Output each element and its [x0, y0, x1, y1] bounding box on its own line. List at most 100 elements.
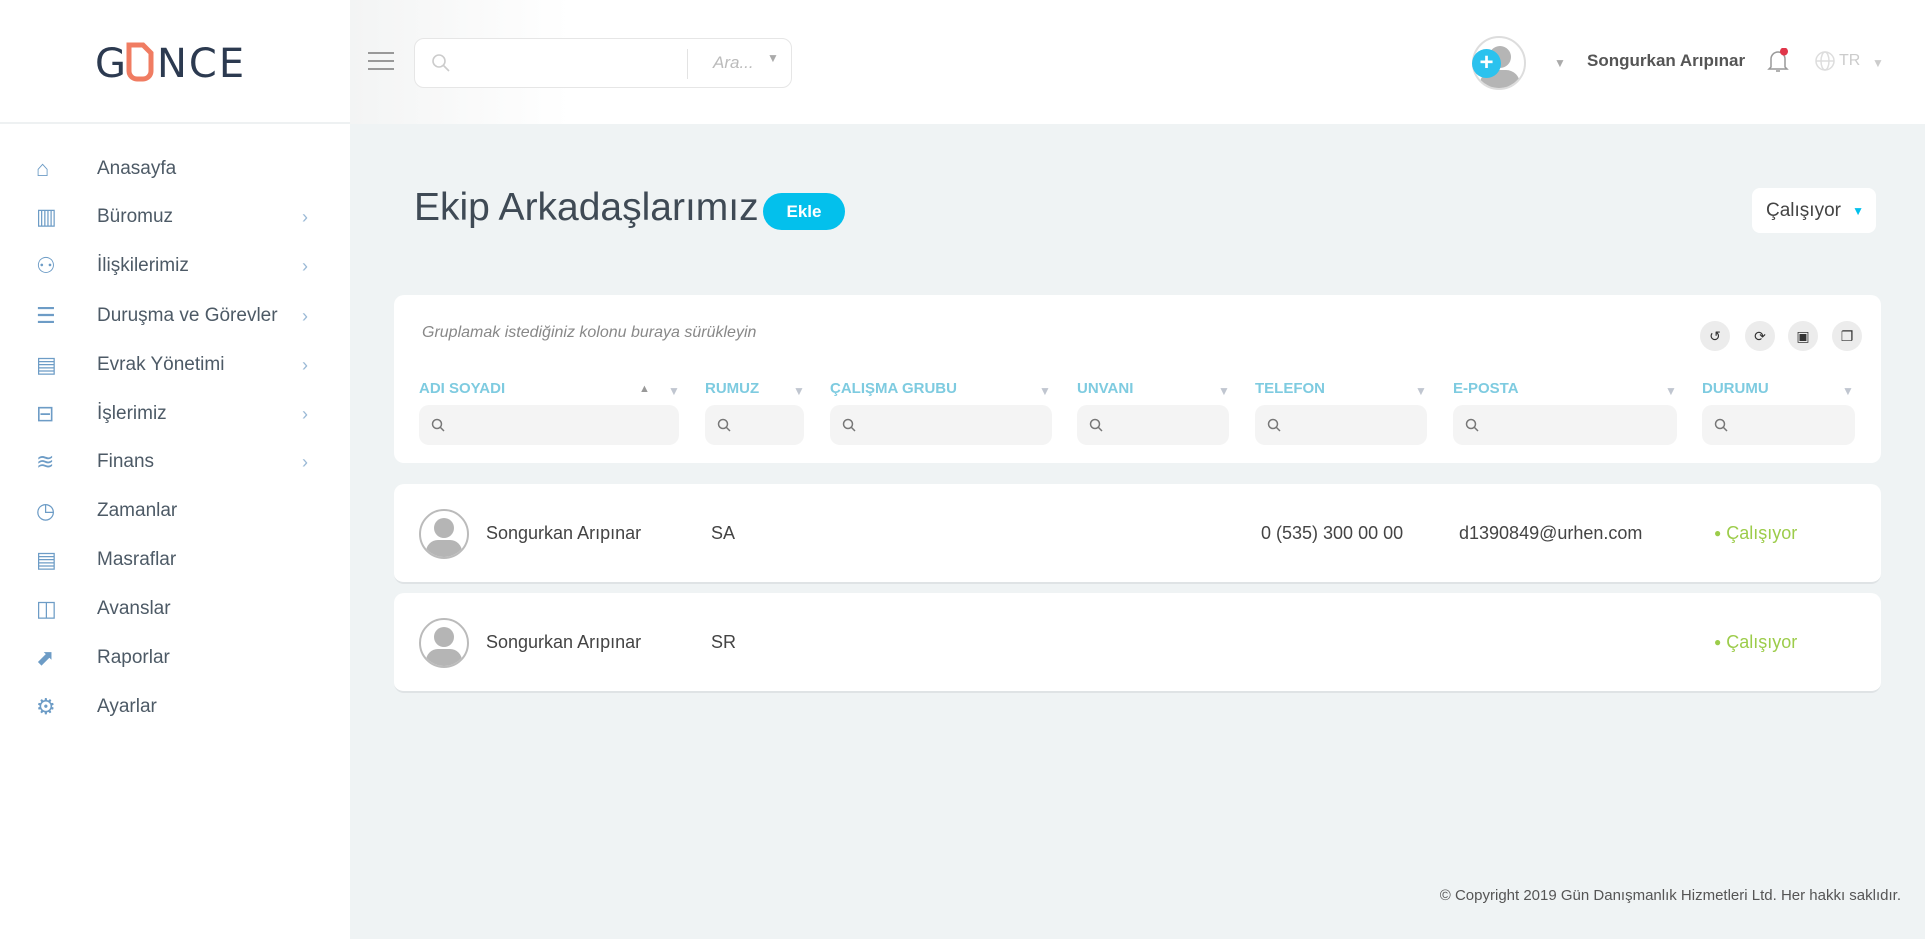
status-dot-icon: ●	[1714, 526, 1722, 540]
svg-text:G: G	[95, 41, 128, 83]
sidebar-item-8[interactable]: ▤ Masraflar	[0, 538, 350, 582]
status-dot-icon: ●	[1714, 635, 1722, 649]
sidebar-item-7[interactable]: ◷ Zamanlar	[0, 489, 350, 533]
refresh-icon[interactable]: ⟳	[1745, 321, 1775, 351]
column-filter-input[interactable]	[1077, 405, 1229, 445]
chevron-right-icon: ›	[302, 206, 308, 227]
undo-icon[interactable]: ↺	[1700, 321, 1730, 351]
sidebar-item-0[interactable]: ⌂ Anasayfa	[0, 147, 350, 191]
sidebar-item-label: Duruşma ve Görevler	[97, 305, 278, 326]
chart-icon: ⬈	[36, 645, 55, 670]
avatar	[419, 618, 469, 668]
search-icon	[1267, 418, 1281, 432]
chevron-right-icon: ›	[302, 255, 308, 276]
column-header[interactable]: ÇALIŞMA GRUBU	[830, 380, 957, 397]
briefcase-icon: ⊟	[36, 401, 55, 426]
table-row[interactable]: Songurkan Arıpınar SR ● Çalışıyor	[394, 593, 1881, 693]
cell-name: Songurkan Arıpınar	[486, 632, 642, 652]
sidebar-item-6[interactable]: ≋ Finans ›	[0, 440, 350, 484]
data-grid-header: Gruplamak istediğiniz kolonu buraya sürü…	[394, 295, 1881, 463]
cell-name: Songurkan Arıpınar	[486, 523, 642, 543]
sidebar-item-10[interactable]: ⬈ Raporlar	[0, 636, 350, 680]
sidebar: G NCE ⌂ Anasayfa ▥ Büromuz › ⚇ İlişkilerimiz › ☰…	[0, 0, 350, 939]
column-filter-input[interactable]	[830, 405, 1052, 445]
filter-icon[interactable]: ▼	[1415, 384, 1427, 398]
column-filter-input[interactable]	[1453, 405, 1677, 445]
column-header[interactable]: UNVANI	[1077, 380, 1133, 397]
search-icon	[432, 54, 450, 72]
group-panel-hint[interactable]: Gruplamak istediğiniz kolonu buraya sürü…	[422, 324, 756, 342]
column-filter-input[interactable]	[1702, 405, 1855, 445]
sidebar-item-11[interactable]: ⚙ Ayarlar	[0, 685, 350, 729]
language-caret-icon: ▼	[1872, 56, 1884, 70]
column-filter-input[interactable]	[1255, 405, 1427, 445]
money-icon: ≋	[36, 449, 55, 474]
clipboard-icon: ☰	[36, 303, 56, 328]
column-filter-input[interactable]	[419, 405, 679, 445]
document-icon: ▤	[36, 352, 57, 377]
quick-add-button[interactable]: +	[1472, 49, 1501, 78]
search-scope-select[interactable]: Ara...	[713, 53, 754, 73]
menu-toggle-icon[interactable]	[368, 52, 394, 70]
status-filter-value: Çalışıyor	[1766, 199, 1841, 221]
chevron-right-icon: ›	[302, 354, 308, 375]
sidebar-item-label: Ayarlar	[97, 696, 157, 717]
sort-ascending-icon[interactable]: ▲	[639, 383, 650, 395]
top-header: Ara... ▼ + ▼ Songurkan Arıpınar TR ▼	[350, 0, 1925, 124]
column-header[interactable]: RUMUZ	[705, 380, 759, 397]
filter-icon[interactable]: ▼	[1665, 384, 1677, 398]
filter-icon[interactable]: ▼	[1039, 384, 1051, 398]
sidebar-item-9[interactable]: ◫ Avanslar	[0, 587, 350, 631]
gunce-logo: G NCE	[95, 41, 246, 83]
notification-bell-icon[interactable]	[1767, 48, 1789, 74]
avatar	[419, 509, 469, 559]
search-input[interactable]	[459, 47, 679, 79]
sidebar-item-1[interactable]: ▥ Büromuz ›	[0, 195, 350, 239]
sidebar-item-label: Evrak Yönetimi	[97, 354, 225, 375]
sidebar-item-3[interactable]: ☰ Duruşma ve Görevler ›	[0, 294, 350, 338]
logo[interactable]: G NCE	[0, 0, 350, 124]
caret-down-icon: ▼	[767, 51, 779, 65]
user-name[interactable]: Songurkan Arıpınar	[1587, 51, 1745, 71]
sidebar-item-5[interactable]: ⊟ İşlerimiz ›	[0, 392, 350, 436]
sidebar-item-4[interactable]: ▤ Evrak Yönetimi ›	[0, 343, 350, 387]
filter-icon[interactable]: ▼	[1218, 384, 1230, 398]
status-text: Çalışıyor	[1726, 632, 1798, 652]
footer-copyright: © Copyright 2019 Gün Danışmanlık Hizmetl…	[1439, 887, 1901, 904]
page-title: Ekip Arkadaşlarımız	[414, 186, 759, 229]
add-button[interactable]: Ekle	[763, 193, 845, 230]
svg-text:NCE: NCE	[157, 41, 246, 83]
receipt-icon: ▤	[36, 547, 57, 572]
sidebar-item-label: İşlerimiz	[97, 403, 167, 424]
column-header[interactable]: ADI SOYADI	[419, 380, 505, 397]
global-search[interactable]: Ara... ▼	[414, 38, 792, 88]
column-header[interactable]: E-POSTA	[1453, 380, 1519, 397]
caret-down-icon: ▼	[1852, 203, 1864, 218]
column-header[interactable]: DURUMU	[1702, 380, 1769, 397]
chevron-right-icon: ›	[302, 451, 308, 472]
search-icon	[717, 418, 731, 432]
sidebar-item-label: Finans	[97, 451, 155, 472]
filter-icon[interactable]: ▼	[1842, 384, 1854, 398]
clock-icon: ◷	[36, 498, 56, 523]
status-filter-dropdown[interactable]: Çalışıyor ▼	[1752, 188, 1876, 233]
sidebar-item-label: Raporlar	[97, 647, 170, 668]
user-menu-caret-icon[interactable]: ▼	[1554, 56, 1566, 70]
search-icon	[1714, 418, 1728, 432]
divider	[687, 49, 688, 79]
excel-export-icon[interactable]: ▣	[1788, 321, 1818, 351]
column-chooser-icon[interactable]: ❐	[1832, 321, 1862, 351]
building-icon: ▥	[36, 204, 57, 229]
chevron-right-icon: ›	[302, 403, 308, 424]
sidebar-item-2[interactable]: ⚇ İlişkilerimiz ›	[0, 244, 350, 288]
globe-icon	[1815, 51, 1835, 71]
filter-icon[interactable]: ▼	[668, 384, 680, 398]
sidebar-item-label: İlişkilerimiz	[97, 255, 189, 276]
filter-icon[interactable]: ▼	[793, 384, 805, 398]
column-filter-input[interactable]	[705, 405, 804, 445]
users-icon: ⚇	[36, 253, 56, 278]
column-header[interactable]: TELEFON	[1255, 380, 1325, 397]
cell-alias: SR	[711, 632, 737, 652]
table-row[interactable]: Songurkan Arıpınar SA 0 (535) 300 00 00 …	[394, 484, 1881, 584]
language-select[interactable]: TR	[1839, 52, 1860, 70]
